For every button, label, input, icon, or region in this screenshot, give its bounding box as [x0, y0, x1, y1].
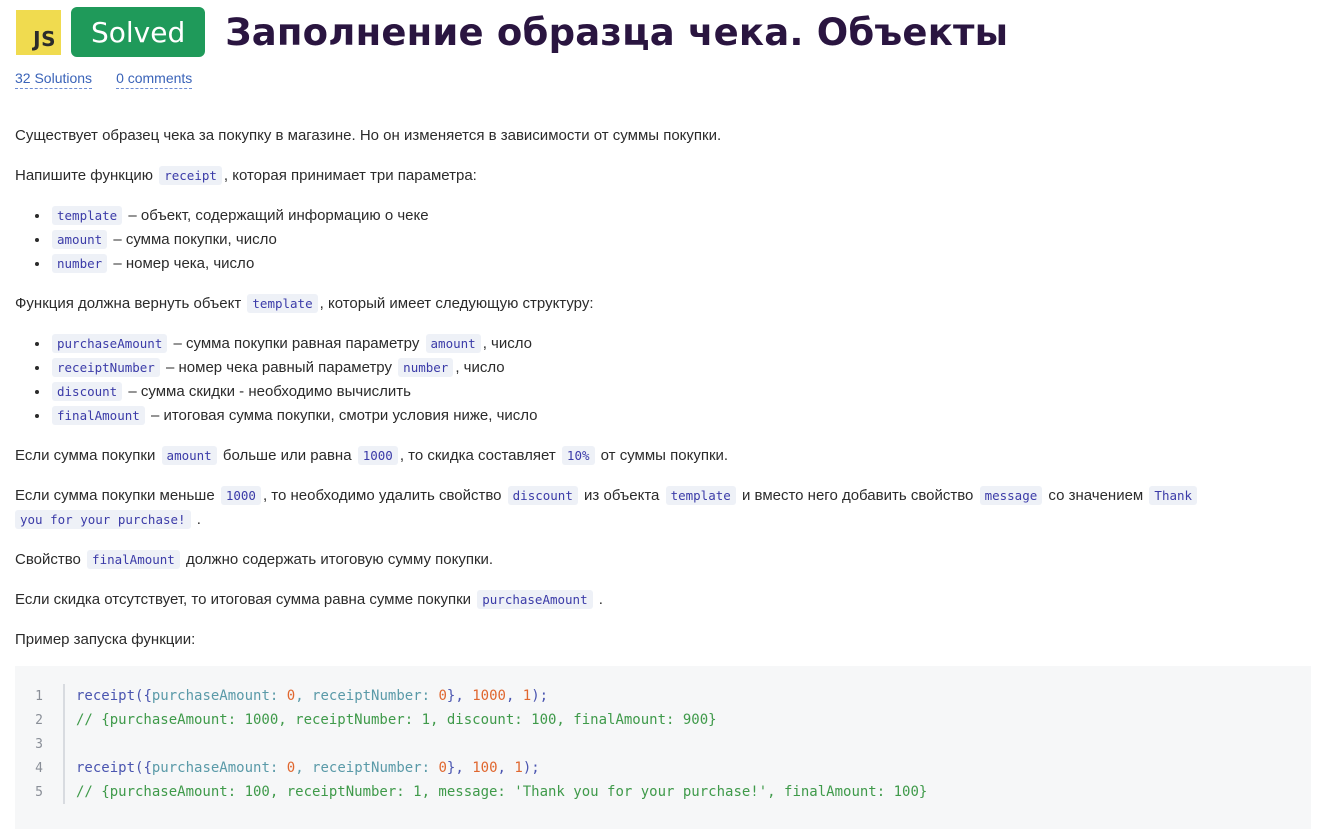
inline-code: template: [52, 206, 123, 225]
paragraph-no-discount: Если скидка отсутствует, то итоговая сум…: [15, 590, 603, 609]
inline-code: Thank: [1149, 486, 1198, 505]
solutions-link[interactable]: 32 Solutions: [15, 70, 93, 89]
code-line: 3: [15, 732, 1311, 756]
inline-code: finalAmount: [52, 406, 145, 425]
paragraph-discount-rule: Если сумма покупки amount больше или рав…: [15, 446, 729, 465]
inline-code: finalAmount: [87, 550, 180, 569]
paragraph-final-amount: Свойство finalAmount должно содержать ит…: [15, 550, 494, 569]
inline-code: amount: [52, 230, 108, 249]
inline-code: receiptNumber: [52, 358, 160, 377]
page-title: Заполнение образца чека. Объекты: [225, 10, 1009, 54]
inline-code: message: [979, 486, 1043, 505]
line-number: 1: [35, 688, 43, 704]
code-line: 2 // {purchaseAmount: 1000, receiptNumbe…: [15, 708, 1311, 732]
list-item: template – объект, содержащий информацию…: [50, 204, 1311, 228]
list-item: amount – сумма покупки, число: [50, 228, 1311, 252]
inline-code: receipt: [159, 166, 222, 185]
inline-code: number: [52, 254, 108, 273]
paragraph-example: Пример запуска функции:: [15, 631, 196, 648]
list-item: number – номер чека, число: [50, 252, 1311, 276]
meta-links: 32 Solutions 0 comments: [15, 70, 216, 89]
inline-code: amount: [425, 334, 481, 353]
solved-badge: Solved: [71, 7, 206, 57]
line-number: 4: [35, 760, 43, 776]
inline-code: 1000: [220, 486, 261, 505]
fields-list: purchaseAmount – сумма покупки равная па…: [15, 332, 1311, 428]
code-line: 1 receipt({purchaseAmount: 0, receiptNum…: [15, 684, 1311, 708]
line-number: 2: [35, 712, 43, 728]
inline-code: purchaseAmount: [52, 334, 168, 353]
code-line: 4 receipt({purchaseAmount: 0, receiptNum…: [15, 756, 1311, 780]
inline-code: template: [247, 294, 318, 313]
code-example: 1 receipt({purchaseAmount: 0, receiptNum…: [15, 666, 1311, 829]
code-comment: // {purchaseAmount: 1000, receiptNumber:…: [76, 712, 717, 728]
inline-code: discount: [507, 486, 578, 505]
inline-code: amount: [161, 446, 217, 465]
list-item: purchaseAmount – сумма покупки равная па…: [50, 332, 1311, 356]
paragraph-function: Напишите функцию receipt, которая приним…: [15, 166, 477, 185]
params-list: template – объект, содержащий информацию…: [15, 204, 1311, 276]
code-line: 5 // {purchaseAmount: 100, receiptNumber…: [15, 780, 1311, 804]
inline-code: you for your purchase!: [15, 510, 191, 529]
paragraph-intro: Существует образец чека за покупку в маг…: [15, 127, 722, 144]
header: JS Solved Заполнение образца чека. Объек…: [16, 7, 1008, 57]
inline-code: 10%: [561, 446, 595, 465]
inline-code: number: [398, 358, 454, 377]
task-description: Существует образец чека за покупку в маг…: [15, 124, 1311, 668]
javascript-logo-icon: JS: [16, 9, 61, 55]
list-item: finalAmount – итоговая сумма покупки, см…: [50, 404, 1311, 428]
line-number: 5: [35, 784, 43, 800]
list-item: discount – сумма скидки - необходимо выч…: [50, 380, 1311, 404]
page: JS Solved Заполнение образца чека. Объек…: [0, 0, 1327, 829]
paragraph-return: Функция должна вернуть объект template, …: [15, 294, 594, 313]
line-number: 3: [35, 736, 43, 752]
code-comment: // {purchaseAmount: 100, receiptNumber: …: [76, 784, 928, 800]
inline-code: discount: [52, 382, 123, 401]
inline-code: purchaseAmount: [477, 590, 593, 609]
list-item: receiptNumber – номер чека равный параме…: [50, 356, 1311, 380]
inline-code: template: [665, 486, 736, 505]
paragraph-message-rule: Если сумма покупки меньше 1000, то необх…: [15, 484, 1311, 532]
comments-link[interactable]: 0 comments: [116, 70, 193, 89]
inline-code: 1000: [357, 446, 398, 465]
